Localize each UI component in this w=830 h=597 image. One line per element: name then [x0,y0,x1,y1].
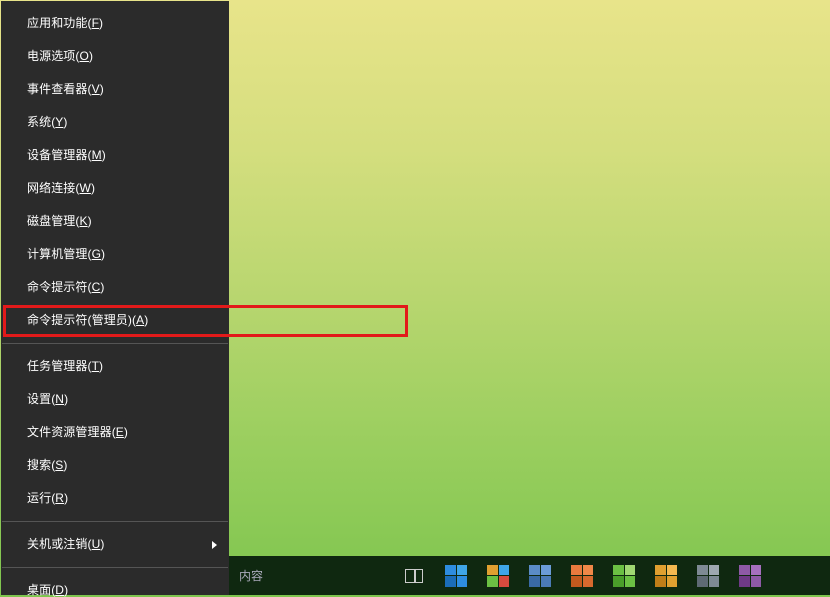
taskbar-app-3[interactable] [519,556,561,595]
menu-item-label: 搜索(S) [27,458,68,472]
task-view-button[interactable] [393,556,435,595]
menu-item-label: 关机或注销(U) [27,537,105,551]
taskbar-app-6[interactable] [645,556,687,595]
task-view-icon [405,569,423,583]
menu-task-manager[interactable]: 任务管理器(T) [1,350,229,383]
menu-item-label: 设备管理器(M) [27,148,106,162]
winx-context-menu: 应用和功能(F) 电源选项(O) 事件查看器(V) 系统(Y) 设备管理器(M)… [1,1,229,595]
app-icon [445,565,467,587]
taskbar: 内容 [229,556,830,595]
menu-item-label: 计算机管理(G) [27,247,105,261]
app-icon [613,565,635,587]
menu-item-label: 应用和功能(F) [27,16,103,30]
menu-item-label: 设置(N) [27,392,68,406]
menu-item-label: 文件资源管理器(E) [27,425,128,439]
menu-computer-management[interactable]: 计算机管理(G) [1,238,229,271]
menu-item-label: 命令提示符(管理员)(A) [27,313,148,327]
menu-separator [2,343,228,344]
menu-item-label: 命令提示符(C) [27,280,105,294]
menu-settings[interactable]: 设置(N) [1,383,229,416]
menu-item-label: 事件查看器(V) [27,82,104,96]
taskbar-search-text[interactable]: 内容 [239,567,263,584]
menu-command-prompt-admin[interactable]: 命令提示符(管理员)(A) [1,304,229,337]
menu-file-explorer[interactable]: 文件资源管理器(E) [1,416,229,449]
taskbar-app-5[interactable] [603,556,645,595]
app-icon [529,565,551,587]
menu-desktop[interactable]: 桌面(D) [1,574,229,597]
menu-item-label: 网络连接(W) [27,181,95,195]
app-icon [571,565,593,587]
menu-separator [2,567,228,568]
menu-power-options[interactable]: 电源选项(O) [1,40,229,73]
taskbar-app-2[interactable] [477,556,519,595]
menu-item-label: 桌面(D) [27,583,68,597]
taskbar-app-7[interactable] [687,556,729,595]
menu-device-manager[interactable]: 设备管理器(M) [1,139,229,172]
app-icon [739,565,761,587]
desktop[interactable]: 应用和功能(F) 电源选项(O) 事件查看器(V) 系统(Y) 设备管理器(M)… [0,0,830,597]
taskbar-app-1[interactable] [435,556,477,595]
menu-shutdown-signout[interactable]: 关机或注销(U) [1,528,229,561]
menu-item-label: 运行(R) [27,491,68,505]
menu-command-prompt[interactable]: 命令提示符(C) [1,271,229,304]
taskbar-app-8[interactable] [729,556,771,595]
taskbar-app-4[interactable] [561,556,603,595]
app-icon [655,565,677,587]
app-icon [487,565,509,587]
menu-separator [2,521,228,522]
menu-apps-and-features[interactable]: 应用和功能(F) [1,7,229,40]
menu-search[interactable]: 搜索(S) [1,449,229,482]
menu-item-label: 电源选项(O) [27,49,93,63]
menu-disk-management[interactable]: 磁盘管理(K) [1,205,229,238]
menu-run[interactable]: 运行(R) [1,482,229,515]
menu-item-label: 系统(Y) [27,115,68,129]
menu-item-label: 磁盘管理(K) [27,214,92,228]
menu-item-label: 任务管理器(T) [27,359,103,373]
menu-network-connections[interactable]: 网络连接(W) [1,172,229,205]
app-icon [697,565,719,587]
menu-system[interactable]: 系统(Y) [1,106,229,139]
menu-event-viewer[interactable]: 事件查看器(V) [1,73,229,106]
